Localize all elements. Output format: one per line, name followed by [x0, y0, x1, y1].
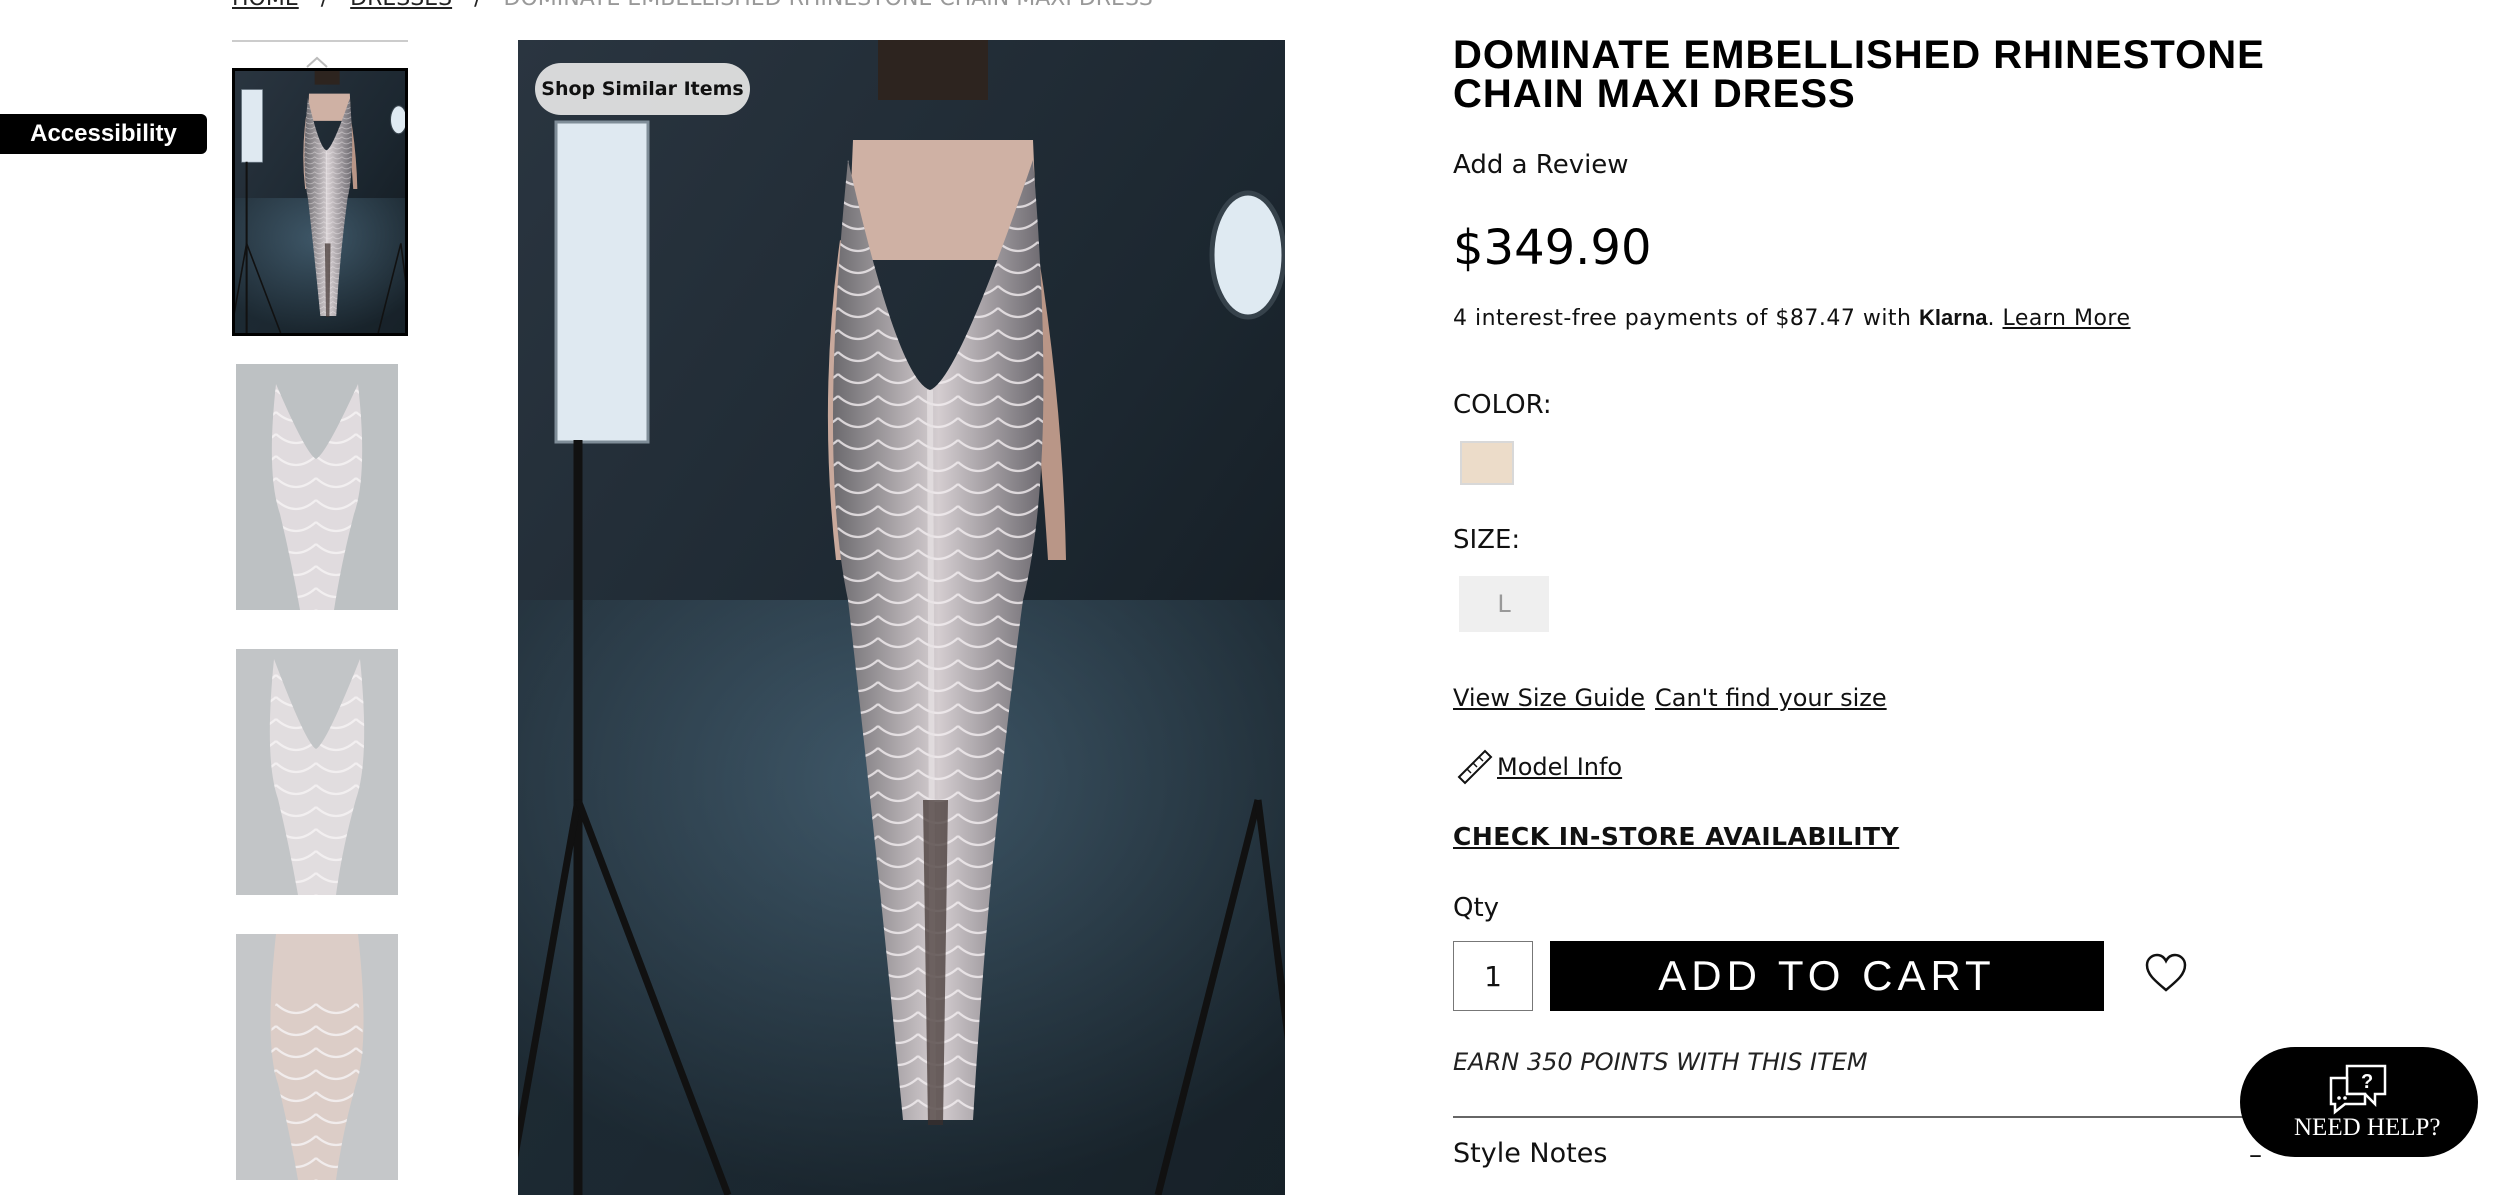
add-review-link[interactable]: Add a Review — [1453, 150, 1629, 180]
breadcrumb: HOME / DRESSES / DOMINATE EMBELLISHED RH… — [232, 0, 1153, 11]
gallery-thumbnail[interactable] — [236, 934, 398, 1180]
model-info-link[interactable]: Model Info — [1497, 753, 1622, 781]
product-title: DOMINATE EMBELLISHED RHINESTONE CHAIN MA… — [1453, 33, 2265, 116]
main-product-image[interactable] — [518, 40, 1285, 1195]
learn-more-link[interactable]: Learn More — [2003, 306, 2131, 331]
section-divider — [1453, 1116, 2268, 1118]
klarna-text: 4 interest-free payments of $87.47 with — [1453, 306, 1912, 331]
size-option-l[interactable]: L — [1459, 576, 1549, 632]
chevron-up-icon[interactable] — [305, 56, 329, 68]
need-help-label: NEED HELP? — [2294, 1114, 2441, 1141]
size-guide-link[interactable]: View Size Guide — [1453, 684, 1645, 712]
style-notes-header[interactable]: Style Notes — [1453, 1138, 1607, 1169]
product-photo — [518, 40, 1285, 1195]
shop-similar-button[interactable]: Shop Similar Items — [535, 63, 750, 115]
color-label: COLOR: — [1453, 390, 1552, 420]
add-to-cart-button[interactable]: ADD TO CART — [1550, 941, 2104, 1011]
thumbnail-overlay — [236, 649, 398, 895]
breadcrumb-separator: / — [474, 0, 481, 11]
color-swatch[interactable] — [1460, 441, 1514, 485]
klarna-logo: Klarna — [1919, 305, 1988, 330]
breadcrumb-home-link[interactable]: HOME — [232, 0, 299, 11]
thumbnail-overlay — [236, 364, 398, 610]
thumbnail-rail-divider — [232, 40, 408, 42]
klarna-message: 4 interest-free payments of $87.47 with … — [1453, 305, 2131, 331]
points-text: EARN 350 POINTS WITH THIS ITEM — [1453, 1048, 1868, 1076]
svg-text:?: ? — [2361, 1071, 2373, 1093]
gallery-thumbnail[interactable] — [232, 68, 408, 336]
thumbnail-overlay — [236, 934, 398, 1180]
breadcrumb-separator: / — [321, 0, 328, 11]
qty-input[interactable] — [1453, 941, 1533, 1011]
gallery-thumbnail[interactable] — [236, 649, 398, 895]
qty-label: Qty — [1453, 893, 1500, 923]
gallery-thumbnail[interactable] — [236, 364, 398, 610]
cant-find-size-link[interactable]: Can't find your size — [1655, 684, 1887, 712]
breadcrumb-current: DOMINATE EMBELLISHED RHINESTONE CHAIN MA… — [504, 0, 1153, 11]
thumbnail-image — [235, 71, 405, 333]
heart-icon[interactable] — [2144, 953, 2188, 993]
product-price: $349.90 — [1453, 220, 1652, 276]
chat-question-icon: ? — [2329, 1064, 2387, 1115]
klarna-period: . — [1987, 306, 1995, 331]
size-label: SIZE: — [1453, 525, 1521, 555]
breadcrumb-dresses-link[interactable]: DRESSES — [350, 0, 452, 11]
accessibility-button[interactable]: Accessibility — [0, 114, 207, 154]
check-instore-link[interactable]: CHECK IN-STORE AVAILABILITY — [1453, 822, 1899, 851]
ruler-icon — [1457, 749, 1493, 785]
